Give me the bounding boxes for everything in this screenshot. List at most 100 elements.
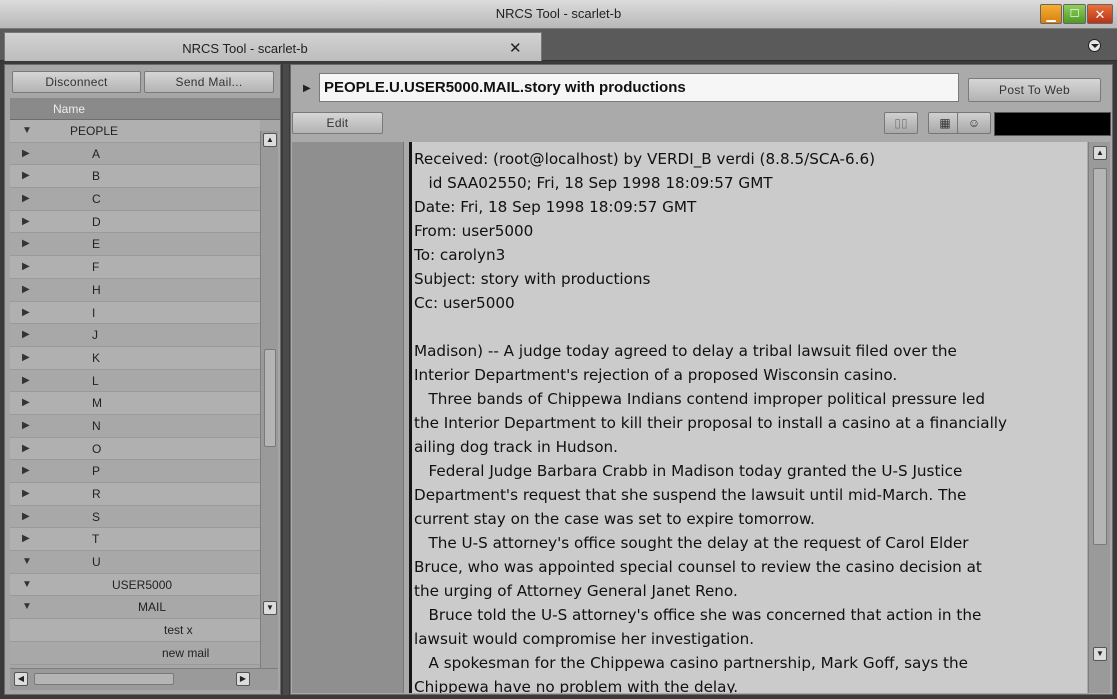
expanded-arrow-icon[interactable]: ▼ [22, 125, 32, 136]
tree-item[interactable]: ▶ D [10, 210, 260, 234]
tree-item-label: D [92, 214, 101, 229]
tree-item[interactable]: ▼ MAIL [10, 596, 260, 620]
panel-splitter[interactable] [283, 64, 289, 695]
tree-item-label: N [92, 418, 101, 433]
tree-item-label: MAIL [138, 600, 167, 615]
tree-item[interactable]: ▶ M [10, 392, 260, 415]
window-title: NRCS Tool - scarlet-b [495, 6, 622, 21]
scroll-right-icon[interactable]: ▶ [236, 672, 250, 686]
collapsed-arrow-icon[interactable]: ▶ [22, 307, 30, 318]
tree-hscroll-thumb[interactable] [34, 673, 174, 685]
tree-item[interactable]: test x [10, 619, 260, 642]
tree-item-label: K [92, 350, 101, 365]
scroll-down-icon[interactable]: ▼ [263, 601, 277, 615]
story-body-text: Received: (root@localhost) by VERDI_B ve… [414, 150, 1008, 693]
split-view-icon[interactable]: ▯▯ [884, 112, 918, 134]
tree-item[interactable]: ▶ K [10, 346, 260, 370]
collapsed-arrow-icon[interactable]: ▶ [22, 397, 30, 408]
tree-item[interactable]: ▶ F [10, 256, 260, 279]
collapsed-arrow-icon[interactable]: ▶ [22, 533, 30, 544]
tree-item[interactable]: ▶ O [10, 437, 260, 461]
tree-item[interactable]: ▶ J [10, 324, 260, 347]
tree-vertical-scrollbar[interactable]: ▲ ▼ [260, 131, 278, 671]
tree-item-label: T [92, 532, 100, 547]
editor-gutter [292, 142, 404, 693]
tree-item-label: test x [164, 623, 193, 638]
window-titlebar: NRCS Tool - scarlet-b ▁ ☐ ✕ [0, 0, 1117, 29]
collapsed-arrow-icon[interactable]: ▶ [22, 465, 30, 476]
collapsed-arrow-icon[interactable]: ▶ [22, 284, 30, 295]
tree-scroll-thumb[interactable] [264, 349, 276, 447]
scroll-down-icon[interactable]: ▼ [1093, 647, 1107, 661]
tree-item-label: C [92, 192, 101, 207]
tree-item[interactable]: new mail [10, 641, 260, 665]
tree-item[interactable]: ▶ C [10, 188, 260, 211]
tree-item[interactable]: ▶ S [10, 505, 260, 529]
tree-item-label: B [92, 169, 101, 184]
tree-item[interactable]: ▶ H [10, 278, 260, 302]
tree-item-label: A [92, 146, 101, 161]
collapsed-arrow-icon[interactable]: ▶ [22, 170, 30, 181]
disconnect-button[interactable]: Disconnect [12, 71, 141, 93]
path-expand-icon[interactable]: ▶ [303, 83, 311, 94]
tab-close-icon[interactable]: ✕ [509, 39, 522, 57]
collapsed-arrow-icon[interactable]: ▶ [22, 443, 30, 454]
tree-item[interactable]: ▶ L [10, 369, 260, 393]
collapsed-arrow-icon[interactable]: ▶ [22, 511, 30, 522]
tree-item[interactable]: ▼ USER5000 [10, 573, 260, 597]
collapsed-arrow-icon[interactable]: ▶ [22, 329, 30, 340]
minimize-button[interactable]: ▁ [1040, 4, 1062, 24]
scroll-up-icon[interactable]: ▲ [1093, 146, 1107, 160]
tree-item[interactable]: ▶ P [10, 460, 260, 483]
timing-display [994, 112, 1111, 136]
collapsed-arrow-icon[interactable]: ▶ [22, 238, 30, 249]
story-path-field[interactable]: PEOPLE.U.USER5000.MAIL.story with produc… [319, 73, 959, 102]
scroll-left-icon[interactable]: ◀ [14, 672, 28, 686]
scroll-up-icon[interactable]: ▲ [263, 133, 277, 147]
people-icon[interactable]: ☺ [957, 112, 991, 134]
collapsed-arrow-icon[interactable]: ▶ [22, 488, 30, 499]
name-column-header[interactable]: Name [10, 98, 280, 120]
post-to-web-button[interactable]: Post To Web [968, 78, 1101, 102]
tree-item[interactable]: ▶ T [10, 528, 260, 552]
close-icon: ✕ [1094, 7, 1106, 22]
story-text-area[interactable]: Received: (root@localhost) by VERDI_B ve… [409, 142, 1087, 693]
tree-item-label: J [92, 328, 98, 343]
close-window-button[interactable]: ✕ [1087, 4, 1113, 24]
editor-vertical-scrollbar[interactable]: ▲ ▼ [1088, 142, 1110, 693]
collapsed-arrow-icon[interactable]: ▶ [22, 352, 30, 363]
tree-item-label: S [92, 509, 101, 524]
collapsed-arrow-icon[interactable]: ▶ [22, 216, 30, 227]
tree-item-label: new mail [162, 645, 210, 660]
maximize-button[interactable]: ☐ [1063, 4, 1086, 24]
editor-scroll-thumb[interactable] [1093, 168, 1107, 545]
collapsed-arrow-icon[interactable]: ▶ [22, 375, 30, 386]
tree-item-label: O [92, 441, 102, 456]
tree-horizontal-scrollbar[interactable]: ◀ ▶ [10, 668, 278, 690]
tree-item-label: F [92, 260, 100, 275]
tab-menu-icon[interactable] [1088, 39, 1101, 52]
tree-item[interactable]: ▼ PEOPLE [10, 120, 260, 143]
expanded-arrow-icon[interactable]: ▼ [22, 556, 32, 567]
tree-item[interactable]: ▶ R [10, 483, 260, 506]
collapsed-arrow-icon[interactable]: ▶ [22, 261, 30, 272]
collapsed-arrow-icon[interactable]: ▶ [22, 420, 30, 431]
tree-item[interactable]: ▶ N [10, 414, 260, 438]
tree-item-label: I [92, 305, 96, 320]
collapsed-arrow-icon[interactable]: ▶ [22, 193, 30, 204]
tree-item-label: R [92, 487, 101, 501]
tab-bar: NRCS Tool - scarlet-b ✕ [0, 29, 1117, 61]
tree-item[interactable]: ▼ U [10, 551, 260, 574]
tree-item[interactable]: ▶ B [10, 165, 260, 189]
tree-item[interactable]: ▶ I [10, 301, 260, 325]
tree-item[interactable]: ▶ E [10, 233, 260, 257]
send-mail-button[interactable]: Send Mail... [144, 71, 274, 93]
edit-button[interactable]: Edit [292, 112, 383, 134]
expanded-arrow-icon[interactable]: ▼ [22, 601, 32, 612]
tree-item-label: U [92, 555, 101, 570]
tab-nrcs-tool[interactable]: NRCS Tool - scarlet-b ✕ [4, 32, 542, 61]
collapsed-arrow-icon[interactable]: ▶ [22, 148, 30, 159]
expanded-arrow-icon[interactable]: ▼ [22, 579, 32, 590]
tree-item-label: H [92, 282, 101, 297]
tree-item[interactable]: ▶ A [10, 142, 260, 166]
